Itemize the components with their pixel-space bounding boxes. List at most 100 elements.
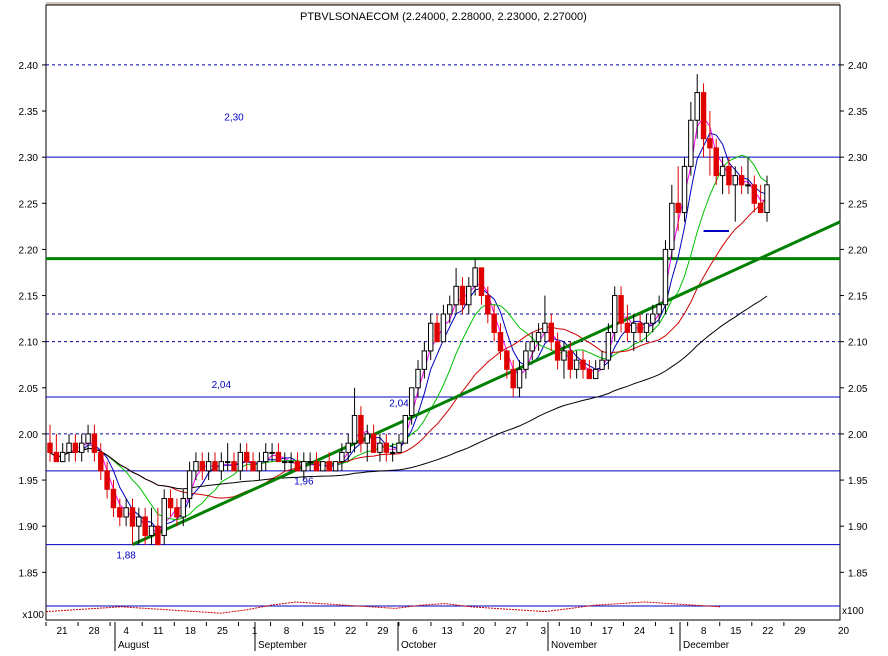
y-tick-label-right: 2.00 [848,430,868,441]
x-tick-label: 24 [634,626,646,637]
candle-body [174,507,180,518]
candle-body [98,451,104,472]
candle-body [148,525,155,536]
candle-body [453,285,459,306]
candle-body [561,350,567,361]
candle-body [700,92,707,140]
candle-body [548,322,554,343]
candle-body [554,341,561,361]
candle-body [79,442,85,453]
candle-body [529,341,535,352]
chart-title: PTBVLSONAECOM (2.24000, 2.28000, 2.23000… [300,11,587,23]
y-tick-label-right: 2.05 [848,384,868,395]
candle-body [459,285,466,306]
candle-body [212,461,218,472]
candle-body [637,322,643,333]
candle-body [707,138,713,149]
candle-body [466,285,472,306]
month-label: December [683,640,730,651]
candle-body [161,498,167,536]
candle-body [618,295,624,324]
candle-body [104,470,110,490]
candle-body [256,461,263,472]
candle-body [294,461,301,472]
candle-body [396,442,402,453]
candle-body [719,165,726,177]
annotations: 2,30 2,04 2,04 1,96 1,88 [116,112,409,561]
candle-body [415,368,421,389]
month-label: September [258,640,308,651]
x-tick-label: 21 [56,626,68,637]
y-tick-label-right: 1.85 [848,568,868,579]
candle-body [370,433,377,453]
x-tick-label: 15 [730,626,742,637]
candle-body [605,331,612,361]
candle-body [497,331,504,352]
level-annotation: 1,96 [294,477,314,488]
x-tick-label: 29 [377,626,389,637]
y-tick-label-right: 2.40 [848,61,868,72]
y-tick-label-right: 1.90 [848,522,868,533]
candle-body [193,461,199,472]
candle-body [440,313,447,343]
candle-body [339,451,345,463]
candle-body [155,525,161,546]
moving-average-line [49,116,767,537]
candle-body [72,442,79,453]
candle-body [675,202,681,214]
candle-body [282,461,288,464]
y-tick-label-left: 2.10 [19,338,39,349]
trend-line [131,220,841,547]
x-tick-label: 20 [474,626,486,637]
candle-body [275,451,282,463]
volume-unit-label: x100 [22,610,44,621]
month-label: October [401,640,437,651]
candle-body [491,313,497,333]
level-annotation: 1,88 [116,550,136,561]
candle-body [421,350,428,370]
candle-body [402,414,409,444]
candle-body [269,451,275,454]
candle-body [47,442,53,453]
moving-average-line [49,196,768,499]
volume-unit-label: x100 [842,606,864,617]
candle-body [377,442,383,453]
candle-body [542,322,548,333]
y-tick-label-left: 2.05 [19,384,39,395]
candle-body [745,184,751,187]
chart-svg: PTBVLSONAECOM (2.24000, 2.28000, 2.23000… [19,2,868,651]
candle-body [85,433,91,444]
candle-body [427,322,434,352]
x-tick-label: 8 [701,626,707,637]
candle-body [136,516,142,527]
x-tick-label: 27 [506,626,518,637]
y-tick-label-left: 1.90 [19,522,39,533]
y-tick-label-left: 2.40 [19,61,39,72]
x-tick-label: 22 [345,626,357,637]
candle-body [320,461,326,472]
candle-body [59,451,66,463]
moving-averages [49,116,768,537]
candle-body [764,184,770,214]
x-tick-label: 6 [412,626,418,637]
x-tick-label: 15 [313,626,325,637]
candle-body [66,442,72,453]
candle-body [243,451,250,463]
x-tick-label: 28 [89,626,101,637]
x-tick-label: 29 [794,626,806,637]
y-tick-label-left: 2.25 [19,199,39,210]
candle-body [669,202,675,250]
y-tick-label-right: 2.20 [848,245,868,256]
candle-body [307,461,313,464]
x-tick-label: 8 [284,626,290,637]
candle-body [199,461,206,472]
candle-body [117,507,123,518]
y-tick-label-right: 2.10 [848,338,868,349]
candle-body [447,304,453,315]
candle-body [288,461,294,464]
y-tick-label-right: 2.30 [848,153,868,164]
x-tick-label: 11 [153,626,164,637]
candle-body [186,470,193,500]
candle-body [624,322,631,333]
candle-body [231,461,237,472]
